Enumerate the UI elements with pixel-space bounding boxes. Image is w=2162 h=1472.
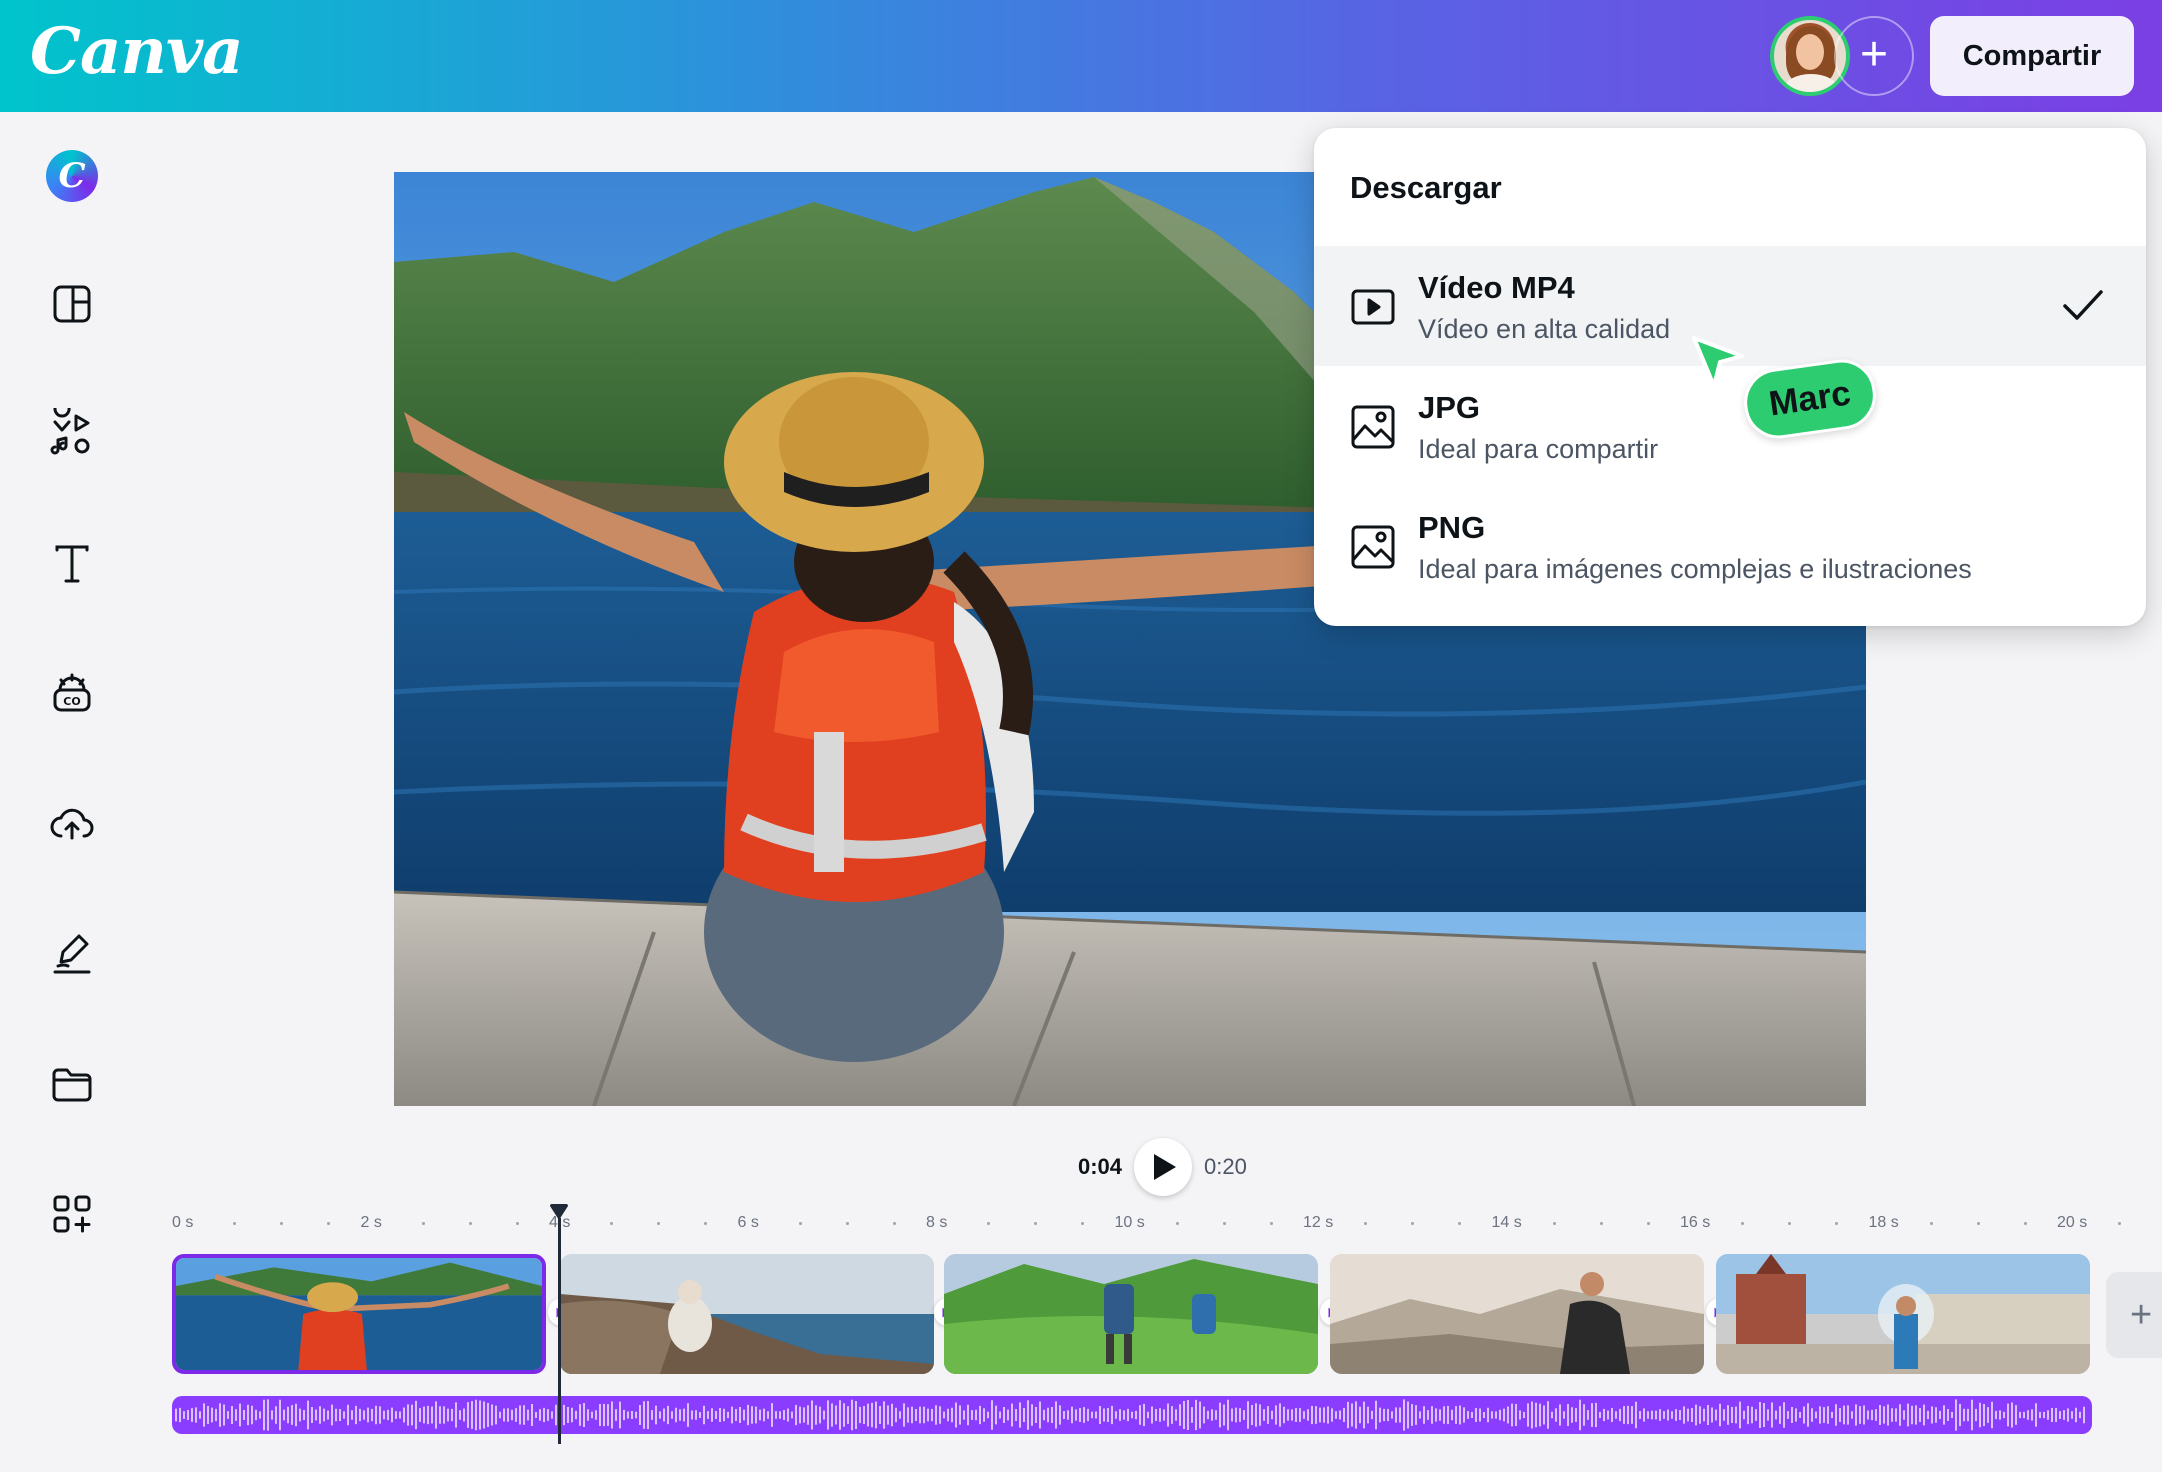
add-collaborator-button[interactable]: + (1834, 16, 1914, 96)
ruler-tick (1552, 1222, 1556, 1225)
ruler-tick (233, 1222, 237, 1225)
uploads-icon[interactable] (46, 798, 98, 850)
ruler-tick (657, 1222, 661, 1225)
projects-folder-icon[interactable] (46, 1058, 98, 1110)
elements-icon[interactable] (46, 400, 98, 460)
ruler-tick (515, 1222, 519, 1225)
ruler-tick (1034, 1222, 1038, 1225)
ruler-label: 0 s (172, 1214, 194, 1231)
ruler-tick (1269, 1222, 1273, 1225)
video-icon (1351, 289, 1395, 325)
ruler-label: 8 s (926, 1214, 948, 1231)
brand-kit-icon[interactable]: CO (46, 668, 98, 720)
ruler-tick (1835, 1222, 1839, 1225)
download-option-png[interactable]: PNG Ideal para imágenes complejas e ilus… (1314, 486, 2146, 606)
waveform (175, 1399, 2085, 1431)
draw-icon[interactable] (46, 928, 98, 980)
ruler-tick (1599, 1222, 1603, 1225)
ruler-label: 12 s (1303, 1214, 1334, 1231)
ruler-tick (280, 1222, 284, 1225)
ruler-tick (610, 1222, 614, 1225)
ruler-tick (468, 1222, 472, 1225)
ruler-tick (2023, 1222, 2027, 1225)
canva-logo[interactable]: Canva (30, 14, 244, 89)
audio-track[interactable] (172, 1396, 2092, 1434)
add-clip-button[interactable]: + (2106, 1272, 2162, 1358)
ruler-tick (327, 1222, 331, 1225)
svg-text:CO: CO (63, 695, 80, 708)
ruler-tick (1788, 1222, 1792, 1225)
ruler-tick (1222, 1222, 1226, 1225)
plus-icon: + (1859, 28, 1889, 81)
ruler-tick (1929, 1222, 1933, 1225)
total-duration: 0:20 (1204, 1154, 1247, 1179)
ruler-label: 20 s (2057, 1214, 2088, 1231)
ruler-tick (1081, 1222, 1085, 1225)
top-bar: Canva + Compartir (0, 0, 2162, 112)
play-icon (1154, 1154, 1176, 1180)
ruler-tick (1976, 1222, 1980, 1225)
ruler-label: 10 s (1114, 1214, 1145, 1231)
clip-lake-traveler[interactable] (172, 1254, 546, 1374)
ruler-tick (1458, 1222, 1462, 1225)
collaborator-cursor-icon (1692, 336, 1744, 388)
image-icon (1351, 525, 1395, 569)
ruler-label: 18 s (1868, 1214, 1899, 1231)
play-button[interactable] (1134, 1138, 1192, 1196)
apps-icon[interactable] (46, 1188, 98, 1240)
ruler-label: 4 s (549, 1214, 571, 1231)
ruler-label: 2 s (360, 1214, 382, 1231)
clip-mountain-man[interactable] (1330, 1254, 1704, 1374)
option-description: Ideal para compartir (1418, 434, 1659, 464)
share-button[interactable]: Compartir (1930, 16, 2134, 96)
ruler-tick (1364, 1222, 1368, 1225)
ruler-label: 6 s (737, 1214, 759, 1231)
ruler-tick (798, 1222, 802, 1225)
clip-city-square[interactable] (1716, 1254, 2090, 1374)
text-icon[interactable] (46, 538, 98, 590)
ruler-tick (892, 1222, 896, 1225)
ruler-tick (1741, 1222, 1745, 1225)
ruler-tick (987, 1222, 991, 1225)
clip-hikers-green[interactable] (944, 1254, 1318, 1374)
playhead[interactable] (558, 1218, 561, 1444)
current-time: 0:04 (1078, 1154, 1123, 1179)
image-icon (1351, 405, 1395, 449)
option-description: Ideal para imágenes complejas e ilustrac… (1418, 554, 1972, 584)
clip-coast-sitting[interactable] (560, 1254, 934, 1374)
ruler-tick (421, 1222, 425, 1225)
ruler-label: 14 s (1491, 1214, 1522, 1231)
option-name: PNG (1418, 510, 1486, 545)
ruler-tick (2118, 1222, 2122, 1225)
option-description: Vídeo en alta calidad (1418, 314, 1671, 344)
option-name: Vídeo MP4 (1418, 270, 1575, 305)
ruler-tick (1175, 1222, 1179, 1225)
option-name: JPG (1418, 390, 1481, 425)
ruler-tick (1411, 1222, 1415, 1225)
ruler-tick (704, 1222, 708, 1225)
download-menu-title: Descargar (1350, 170, 1502, 205)
magic-studio-icon[interactable]: C (46, 150, 98, 202)
checkmark-icon (2063, 290, 2103, 320)
ruler-label: 16 s (1680, 1214, 1711, 1231)
design-layout-icon[interactable] (46, 278, 98, 330)
ruler-tick (1646, 1222, 1650, 1225)
ruler-tick (845, 1222, 849, 1225)
